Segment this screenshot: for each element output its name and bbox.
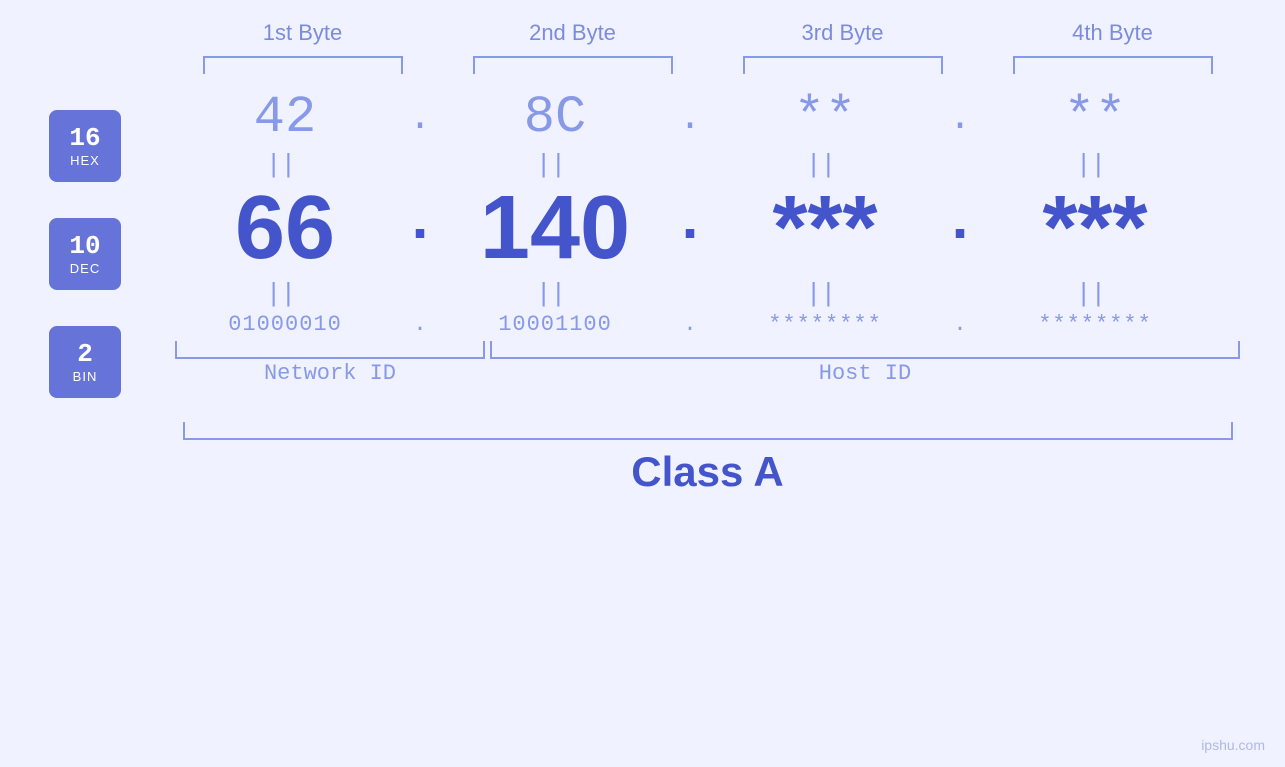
dec-badge-label: DEC <box>70 261 100 276</box>
badges-column: 16 HEX 10 DEC 2 BIN <box>0 92 140 416</box>
dec-b4-value: *** <box>1042 178 1147 278</box>
eq2-b3: || <box>710 277 940 308</box>
dec-row: 66 . 140 . *** . *** <box>140 183 1240 273</box>
bin-b2-value: 10001100 <box>498 312 612 337</box>
hex-dot3: . <box>940 97 980 140</box>
bin-b2-cell: 10001100 <box>440 312 670 337</box>
bin-dot1: . <box>400 312 440 337</box>
dec-badge: 10 DEC <box>49 218 121 290</box>
equals-row-2: || || || || <box>140 277 1240 308</box>
bracket-top-3 <box>743 56 943 74</box>
eq2-b2: || <box>440 277 670 308</box>
class-label-container: Class A <box>183 448 1233 496</box>
hex-b4-cell: ** <box>980 92 1210 144</box>
top-brackets <box>168 56 1248 74</box>
bin-b4-value: ******** <box>1038 312 1152 337</box>
dec-badge-num: 10 <box>69 232 100 261</box>
dec-dot3: . <box>940 189 980 267</box>
class-bracket-container <box>183 422 1233 440</box>
footer-text: ipshu.com <box>1201 737 1265 753</box>
byte-headers: 1st Byte 2nd Byte 3rd Byte 4th Byte <box>168 20 1248 46</box>
dec-b1-value: 66 <box>235 178 335 278</box>
hex-badge-num: 16 <box>69 124 100 153</box>
byte2-header: 2nd Byte <box>458 20 688 46</box>
labels-row: Network ID Host ID <box>140 361 1240 386</box>
dec-b2-value: 140 <box>480 178 630 278</box>
bin-b1-cell: 01000010 <box>170 312 400 337</box>
bin-row: 01000010 . 10001100 . ******** . *******… <box>140 312 1240 337</box>
hex-b3-value: ** <box>794 88 856 147</box>
hex-badge: 16 HEX <box>49 110 121 182</box>
main-container: 1st Byte 2nd Byte 3rd Byte 4th Byte 16 H… <box>0 0 1285 767</box>
bracket-top-1 <box>203 56 403 74</box>
dec-dot2: . <box>670 189 710 267</box>
hex-dot1: . <box>400 97 440 140</box>
class-bracket <box>183 422 1233 440</box>
eq2-b1: || <box>170 277 400 308</box>
hex-b1-value: 42 <box>254 88 316 147</box>
hex-b3-cell: ** <box>710 92 940 144</box>
dec-b2-cell: 140 <box>440 183 670 273</box>
host-id-label: Host ID <box>490 361 1240 386</box>
dec-b4-cell: *** <box>980 183 1210 273</box>
class-label: Class A <box>631 448 784 495</box>
network-id-label: Network ID <box>175 361 485 386</box>
eq2-b4: || <box>980 277 1210 308</box>
equals-row-1: || || || || <box>140 148 1240 179</box>
hex-b2-value: 8C <box>524 88 586 147</box>
bracket-network <box>175 341 485 359</box>
hex-dot2: . <box>670 97 710 140</box>
hex-badge-label: HEX <box>70 153 100 168</box>
values-grid: 42 . 8C . ** . ** || || <box>140 92 1285 416</box>
hex-b1-cell: 42 <box>170 92 400 144</box>
eq1-b4: || <box>980 148 1210 179</box>
dec-dot1: . <box>400 189 440 267</box>
bracket-host <box>490 341 1240 359</box>
byte4-header: 4th Byte <box>998 20 1228 46</box>
bin-b3-value: ******** <box>768 312 882 337</box>
dec-b1-cell: 66 <box>170 183 400 273</box>
bracket-top-4 <box>1013 56 1213 74</box>
footer: ipshu.com <box>1201 737 1265 753</box>
bracket-top-2 <box>473 56 673 74</box>
bin-b4-cell: ******** <box>980 312 1210 337</box>
eq1-b1: || <box>170 148 400 179</box>
hex-b2-cell: 8C <box>440 92 670 144</box>
dec-b3-cell: *** <box>710 183 940 273</box>
bin-badge-num: 2 <box>77 340 93 369</box>
bin-badge: 2 BIN <box>49 326 121 398</box>
bin-b1-value: 01000010 <box>228 312 342 337</box>
eq1-b3: || <box>710 148 940 179</box>
bin-badge-label: BIN <box>73 369 98 384</box>
dec-b3-value: *** <box>772 178 877 278</box>
bottom-brackets <box>140 341 1240 359</box>
byte3-header: 3rd Byte <box>728 20 958 46</box>
bin-dot3: . <box>940 312 980 337</box>
bin-dot2: . <box>670 312 710 337</box>
content-section: 16 HEX 10 DEC 2 BIN 42 . 8C <box>0 92 1285 416</box>
hex-row: 42 . 8C . ** . ** <box>140 92 1240 144</box>
byte1-header: 1st Byte <box>188 20 418 46</box>
bin-b3-cell: ******** <box>710 312 940 337</box>
eq1-b2: || <box>440 148 670 179</box>
hex-b4-value: ** <box>1064 88 1126 147</box>
